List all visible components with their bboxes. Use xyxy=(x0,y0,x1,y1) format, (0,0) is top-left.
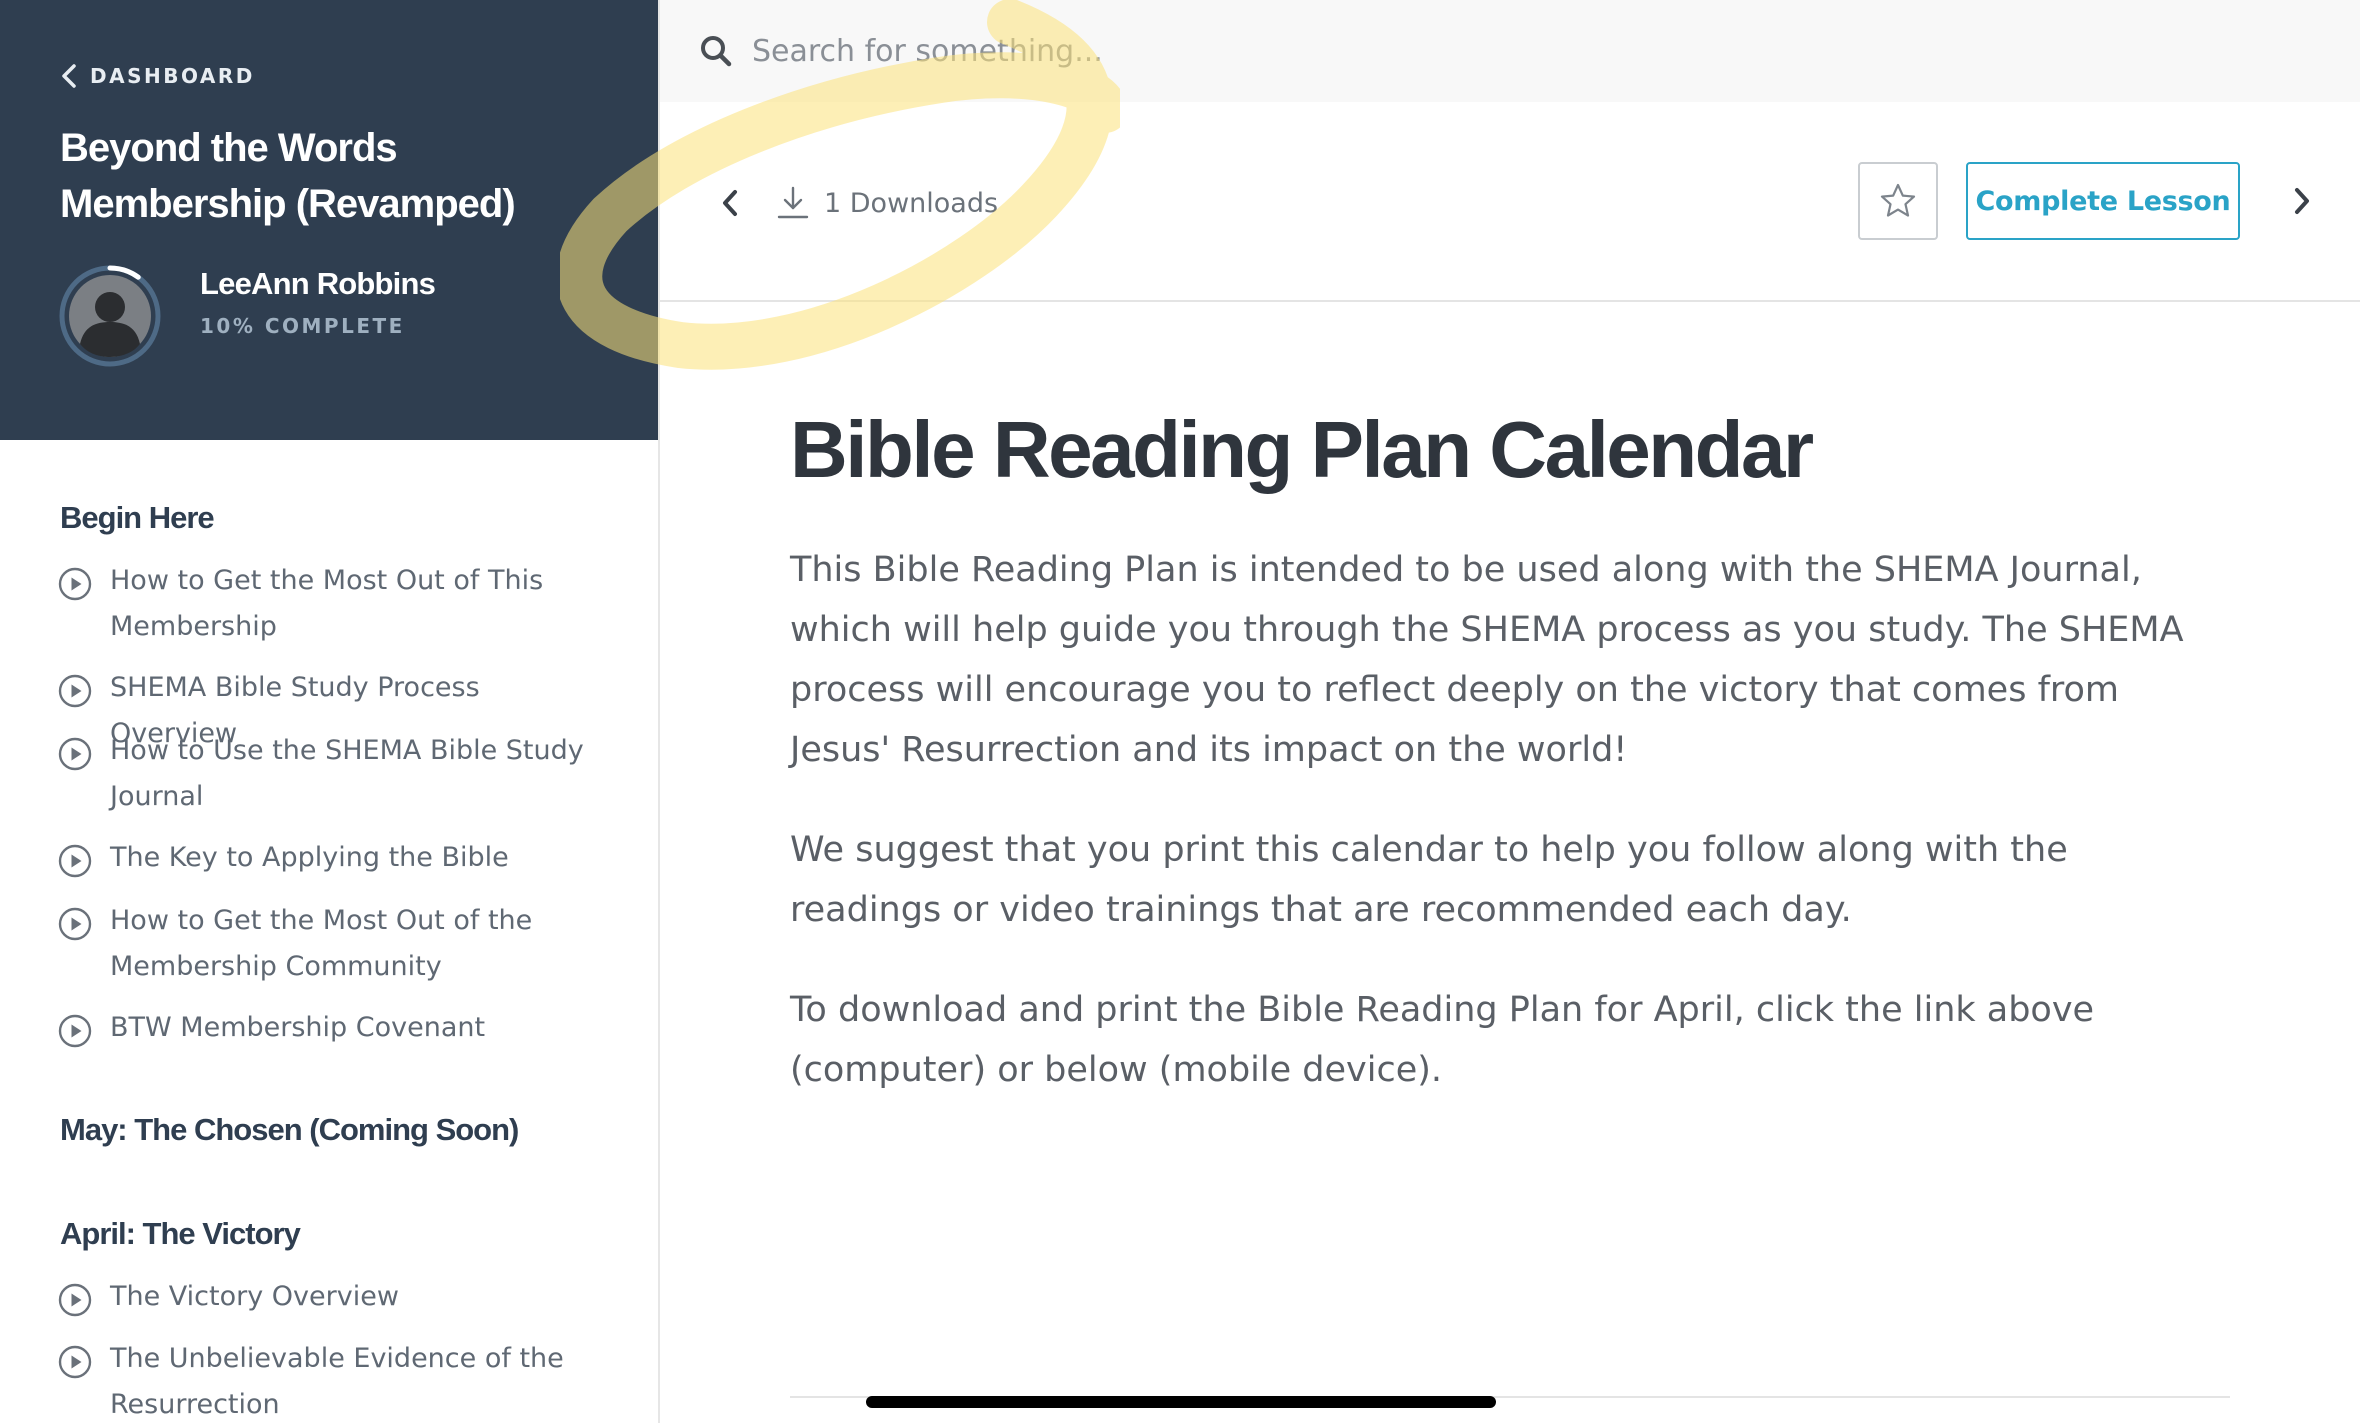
play-circle-icon xyxy=(58,844,92,878)
module-title-may[interactable]: May: The Chosen (Coming Soon) xyxy=(60,1112,519,1148)
lesson-label: How to Get the Most Out of This Membersh… xyxy=(110,565,544,642)
lesson-paragraph: To download and print the Bible Reading … xyxy=(790,990,2095,1090)
lesson-item[interactable]: BTW Membership Covenant xyxy=(58,1005,598,1051)
lesson-toolbar: 1 Downloads Complete Lesson xyxy=(660,102,2360,302)
dashboard-label: DASHBOARD xyxy=(90,64,255,88)
previous-lesson-button[interactable] xyxy=(710,178,750,228)
course-progress-text: 10% COMPLETE xyxy=(200,314,405,338)
chevron-left-icon xyxy=(723,190,737,216)
play-circle-icon xyxy=(58,674,92,708)
lesson-paragraph: We suggest that you print this calendar … xyxy=(790,830,2068,930)
play-circle-icon xyxy=(58,567,92,601)
sidebar-header: DASHBOARD Beyond the Words Membership (R… xyxy=(0,0,658,440)
course-sidebar: DASHBOARD Beyond the Words Membership (R… xyxy=(0,0,660,1423)
lesson-item[interactable]: How to Get the Most Out of This Membersh… xyxy=(58,558,598,650)
lesson-item[interactable]: The Key to Applying the Bible xyxy=(58,835,598,881)
home-indicator[interactable] xyxy=(866,1396,1496,1408)
chevron-left-icon xyxy=(62,64,76,88)
lesson-item[interactable]: The Unbelievable Evidence of the Resurre… xyxy=(58,1336,598,1423)
lesson-label: BTW Membership Covenant xyxy=(110,1012,486,1043)
search-input[interactable] xyxy=(752,33,2152,69)
play-circle-icon xyxy=(58,737,92,771)
star-icon xyxy=(1880,183,1916,217)
lesson-label: The Key to Applying the Bible xyxy=(110,842,509,873)
play-circle-icon xyxy=(58,907,92,941)
lesson-label: How to Use the SHEMA Bible Study Journal xyxy=(110,735,584,812)
chevron-right-icon xyxy=(2295,188,2309,214)
dashboard-back-link[interactable]: DASHBOARD xyxy=(60,60,255,92)
downloads-button[interactable]: 1 Downloads xyxy=(776,180,998,226)
lesson-label: How to Get the Most Out of the Membershi… xyxy=(110,905,533,982)
search-icon xyxy=(701,36,732,67)
next-lesson-button[interactable] xyxy=(2282,176,2322,226)
play-circle-icon xyxy=(58,1283,92,1317)
course-title: Beyond the Words Membership (Revamped) xyxy=(60,126,516,226)
lesson-item[interactable]: How to Use the SHEMA Bible Study Journal xyxy=(58,728,598,820)
module-title-april[interactable]: April: The Victory xyxy=(60,1216,301,1252)
complete-lesson-button[interactable]: Complete Lesson xyxy=(1966,162,2240,240)
lesson-label: The Victory Overview xyxy=(110,1281,399,1312)
play-circle-icon xyxy=(58,1345,92,1379)
downloads-label: 1 Downloads xyxy=(824,187,999,219)
favorite-button[interactable] xyxy=(1858,162,1938,240)
lesson-item[interactable]: The Victory Overview xyxy=(58,1274,598,1320)
lesson-paragraph: This Bible Reading Plan is intended to b… xyxy=(790,550,2184,770)
download-icon xyxy=(777,186,809,219)
lesson-label: The Unbelievable Evidence of the Resurre… xyxy=(110,1343,564,1420)
lesson-title: Bible Reading Plan Calendar xyxy=(790,405,1814,494)
play-circle-icon xyxy=(58,1014,92,1048)
module-title-begin-here[interactable]: Begin Here xyxy=(60,500,215,536)
user-name: LeeAnn Robbins xyxy=(200,266,436,301)
lesson-content: Bible Reading Plan Calendar This Bible R… xyxy=(790,400,2230,1100)
avatar[interactable] xyxy=(58,264,162,368)
user-avatar-icon xyxy=(59,265,161,367)
search-bar xyxy=(660,0,2360,102)
lesson-item[interactable]: How to Get the Most Out of the Membershi… xyxy=(58,898,598,990)
